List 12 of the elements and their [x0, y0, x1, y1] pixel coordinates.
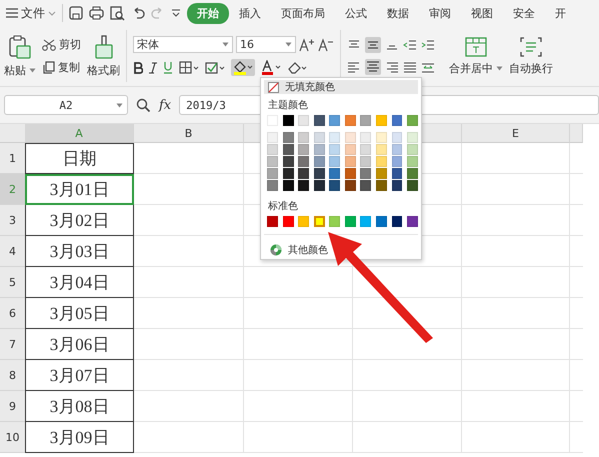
table-cell: 3月06日 [25, 329, 134, 360]
section-label: 标准色 [267, 200, 299, 214]
table-cell: 3月05日 [25, 298, 134, 329]
table-cell: 3月09日 [25, 422, 134, 453]
table-cell: 3月02日 [25, 205, 134, 236]
table-cell: 日期 [25, 143, 134, 174]
table-cell: 3月04日 [25, 267, 134, 298]
table-cell: 3月03日 [25, 236, 134, 267]
table-cell: 3月08日 [25, 391, 134, 422]
table-cell: 3月01日 [25, 174, 134, 205]
table-cell: 3月07日 [25, 360, 134, 391]
section-label: 主题颜色 [267, 98, 309, 113]
